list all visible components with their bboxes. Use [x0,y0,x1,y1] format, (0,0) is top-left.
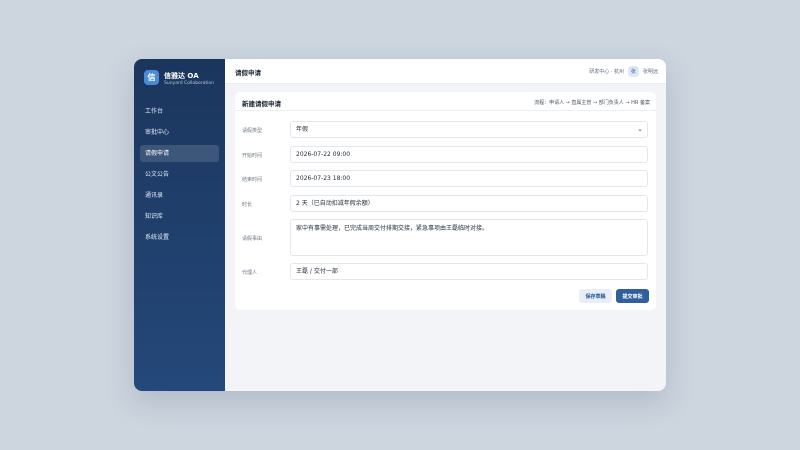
app-window: 信 信雅达 OA Sunyard Collaboration 工作台 审批中心 … [134,59,666,391]
save-draft-button[interactable]: 保存草稿 [579,289,612,303]
sidebar-item-settings[interactable]: 系统设置 [140,229,219,246]
duration-field: 2 天（已自动扣减年假余额） [290,195,648,212]
sidebar: 信 信雅达 OA Sunyard Collaboration 工作台 审批中心 … [134,59,225,391]
divider [235,110,656,111]
form-title: 新建请假申请 [242,100,281,108]
delegate-label: 代理人 [242,270,258,276]
leave-type-value: 年假 [296,126,309,133]
reason-label: 请假事由 [242,236,263,242]
start-time-label: 开始时间 [242,153,263,159]
sidebar-item-approval-center[interactable]: 审批中心 [140,124,219,141]
brand-subtitle: Sunyard Collaboration [164,81,215,86]
start-time-field[interactable]: 2026-07-22 09:00 [290,146,648,163]
sidebar-item-leave-request[interactable]: 请假申请 [140,145,219,162]
leave-form-card: 新建请假申请 流程：申请人 → 直属主管 → 部门负责人 → HR 备案 请假类… [235,92,656,310]
delegate-field[interactable]: 王磊 / 交付一部 [290,263,648,280]
chevron-down-icon: ⌄ [637,125,643,133]
end-time-field[interactable]: 2026-07-23 18:00 [290,170,648,187]
user-info: 研发中心 · 杭州 张 张明远 [589,64,658,78]
leave-type-select[interactable]: 年假 ⌄ [290,121,648,138]
top-bar: 请假申请 研发中心 · 杭州 张 张明远 [225,59,666,84]
sidebar-item-knowledge-base[interactable]: 知识库 [140,208,219,225]
brand-logo: 信 [144,70,159,85]
avatar[interactable]: 张 [627,65,639,77]
reason-textarea[interactable]: 家中有事需处理，已完成当周交付排期交接，紧急事项由王磊临时对接。 [290,219,648,256]
duration-label: 时长 [242,202,253,208]
sidebar-item-announcements[interactable]: 公文公告 [140,166,219,183]
leave-type-label: 请假类型 [242,128,263,134]
submit-button[interactable]: 提交审批 [616,289,649,303]
sidebar-item-contacts[interactable]: 通讯录 [140,187,219,204]
approval-flow: 流程：申请人 → 直属主管 → 部门负责人 → HR 备案 [534,100,650,106]
sidebar-item-workbench[interactable]: 工作台 [140,103,219,120]
brand-name: 信雅达 OA [164,72,199,80]
org-label: 研发中心 · 杭州 [589,68,624,75]
sidebar-nav: 工作台 审批中心 请假申请 公文公告 通讯录 知识库 系统设置 [140,103,219,250]
end-time-label: 结束时间 [242,177,263,183]
user-name[interactable]: 张明远 [643,68,658,75]
page-title: 请假申请 [235,69,261,77]
